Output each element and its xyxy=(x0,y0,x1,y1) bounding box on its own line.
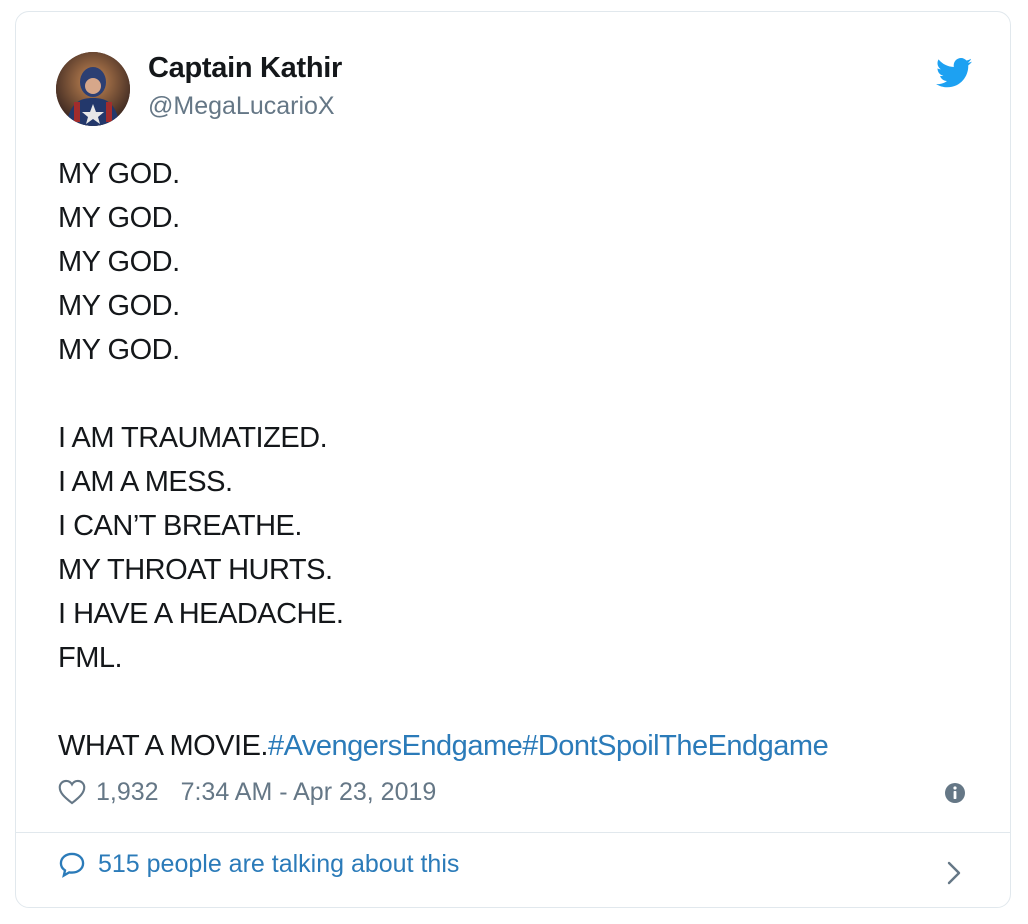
twitter-bird-icon[interactable] xyxy=(936,58,972,88)
hashtag-link[interactable]: #DontSpoilTheEndgame xyxy=(522,730,828,762)
conversation-link[interactable]: 515 people are talking about this xyxy=(58,850,459,879)
tweet-line: I AM A MESS. xyxy=(58,466,233,498)
tweet-final-text: WHAT A MOVIE. xyxy=(58,730,268,762)
avatar[interactable] xyxy=(56,52,130,126)
chevron-right-icon[interactable] xyxy=(946,860,962,886)
tweet-line: MY GOD. xyxy=(58,246,180,278)
speech-bubble-icon xyxy=(59,852,85,878)
tweet-line: MY GOD. xyxy=(58,290,180,322)
tweet-card: Captain Kathir @MegaLucarioX MY GOD. MY … xyxy=(15,11,1011,908)
tweet-line: MY THROAT HURTS. xyxy=(58,554,333,586)
tweet-text: MY GOD. MY GOD. MY GOD. MY GOD. MY GOD. … xyxy=(58,152,978,768)
tweet-line: I CAN’T BREATHE. xyxy=(58,510,302,542)
tweet-meta: 1,932 7:34 AM - Apr 23, 2019 xyxy=(58,774,436,810)
info-icon[interactable] xyxy=(944,782,966,804)
heart-icon[interactable] xyxy=(58,779,86,805)
like-count[interactable]: 1,932 xyxy=(96,778,159,807)
author-handle[interactable]: @MegaLucarioX xyxy=(148,92,335,121)
conversation-text: 515 people are talking about this xyxy=(98,850,460,878)
divider xyxy=(16,832,1010,833)
tweet-line: MY GOD. xyxy=(58,202,180,234)
tweet-line: MY GOD. xyxy=(58,334,180,366)
tweet-line: I AM TRAUMATIZED. xyxy=(58,422,328,454)
tweet-line: MY GOD. xyxy=(58,158,180,190)
tweet-line: I HAVE A HEADACHE. xyxy=(58,598,344,630)
tweet-final-line: WHAT A MOVIE.#AvengersEndgame#DontSpoilT… xyxy=(58,724,978,768)
tweet-line: FML. xyxy=(58,642,123,674)
hashtag-link[interactable]: #AvengersEndgame xyxy=(268,730,523,762)
timestamp[interactable]: 7:34 AM - Apr 23, 2019 xyxy=(181,778,437,807)
author-display-name[interactable]: Captain Kathir xyxy=(148,52,342,85)
